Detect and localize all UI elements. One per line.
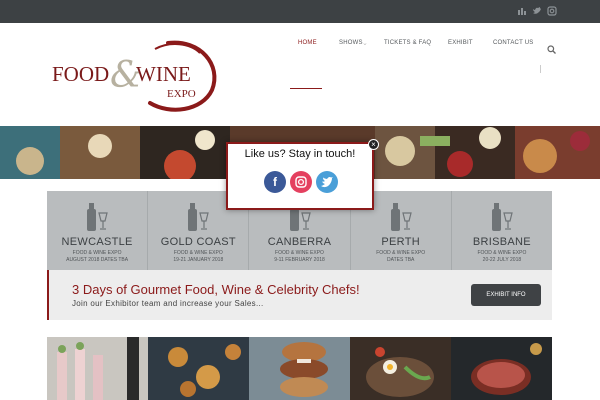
city-card-newcastle[interactable]: NEWCASTLE FOOD & WINE EXPO AUGUST 2018 DA… xyxy=(47,191,149,270)
city-name: BRISBANE xyxy=(472,236,531,248)
nav-tickets-faq[interactable]: TICKETS & FAQ xyxy=(384,40,431,54)
promo-subline: Join our Exhibitor team and increase you… xyxy=(72,299,264,308)
gallery-photo-canapes[interactable] xyxy=(148,337,249,400)
top-bar xyxy=(0,0,600,23)
gallery-photo-roast-beef[interactable] xyxy=(451,337,552,400)
exhibitor-promo: 3 Days of Gourmet Food, Wine & Celebrity… xyxy=(47,270,552,320)
nav-divider xyxy=(540,65,541,73)
popup-title: Like us? Stay in touch! xyxy=(244,148,356,160)
close-icon[interactable]: × xyxy=(368,139,379,150)
twitter-icon[interactable] xyxy=(316,171,338,193)
city-subtitle: FOOD & WINE EXPO 9-11 FEBRUARY 2018 xyxy=(274,250,325,263)
promo-headline: 3 Days of Gourmet Food, Wine & Celebrity… xyxy=(72,282,360,297)
gallery-photo-drinks[interactable] xyxy=(47,337,148,400)
photo-gallery xyxy=(47,337,552,400)
chevron-down-icon: ⌄ xyxy=(362,40,369,47)
wine-bottle-icon xyxy=(87,203,108,231)
instagram-icon[interactable] xyxy=(290,171,312,193)
site-logo[interactable]: FOOD & WINE EXPO xyxy=(50,35,220,113)
city-name: CANBERRA xyxy=(267,236,332,248)
city-subtitle: FOOD & WINE EXPO 19-21 JANUARY 2018 xyxy=(173,250,224,263)
city-subtitle: FOOD & WINE EXPO 20-22 JULY 2018 xyxy=(477,250,527,263)
facebook-icon[interactable] xyxy=(517,6,527,16)
nav-active-indicator xyxy=(290,88,322,89)
nav-home[interactable]: HOME xyxy=(298,40,317,54)
city-name: NEWCASTLE xyxy=(61,236,133,248)
twitter-icon[interactable] xyxy=(532,6,542,16)
city-subtitle: FOOD & WINE EXPO DATES TBA xyxy=(376,250,426,263)
city-name: GOLD COAST xyxy=(160,236,236,248)
city-card-brisbane[interactable]: BRISBANE FOOD & WINE EXPO 20-22 JULY 2018 xyxy=(452,191,552,270)
instagram-icon[interactable] xyxy=(547,6,557,16)
wine-bottle-icon xyxy=(188,203,210,231)
nav-shows[interactable]: SHOWS ⌄ xyxy=(339,40,368,54)
logo-word-expo: EXPO xyxy=(167,88,196,100)
facebook-icon[interactable]: f xyxy=(264,171,286,193)
city-name: PERTH xyxy=(381,236,420,248)
nav-shows-label: SHOWS xyxy=(339,40,363,46)
wine-bottle-icon xyxy=(491,203,513,231)
city-subtitle: FOOD & WINE EXPO AUGUST 2018 DATES TBA xyxy=(66,250,129,263)
exhibit-info-button[interactable]: EXHIBIT INFO xyxy=(471,284,541,306)
logo-word-wine: WINE xyxy=(136,62,191,86)
gallery-photo-dessert[interactable] xyxy=(249,337,350,400)
gallery-photo-plated-dish[interactable] xyxy=(350,337,451,400)
site-header: FOOD & WINE EXPO HOME SHOWS ⌄ TICKETS & … xyxy=(0,23,600,126)
nav-exhibit[interactable]: EXHIBIT xyxy=(448,40,473,54)
logo-word-food: FOOD xyxy=(52,62,109,86)
social-follow-popup: Like us? Stay in touch! f × xyxy=(226,139,379,210)
search-icon[interactable] xyxy=(547,41,556,54)
nav-contact-us[interactable]: CONTACT US xyxy=(493,40,533,54)
wine-bottle-icon xyxy=(390,203,412,231)
